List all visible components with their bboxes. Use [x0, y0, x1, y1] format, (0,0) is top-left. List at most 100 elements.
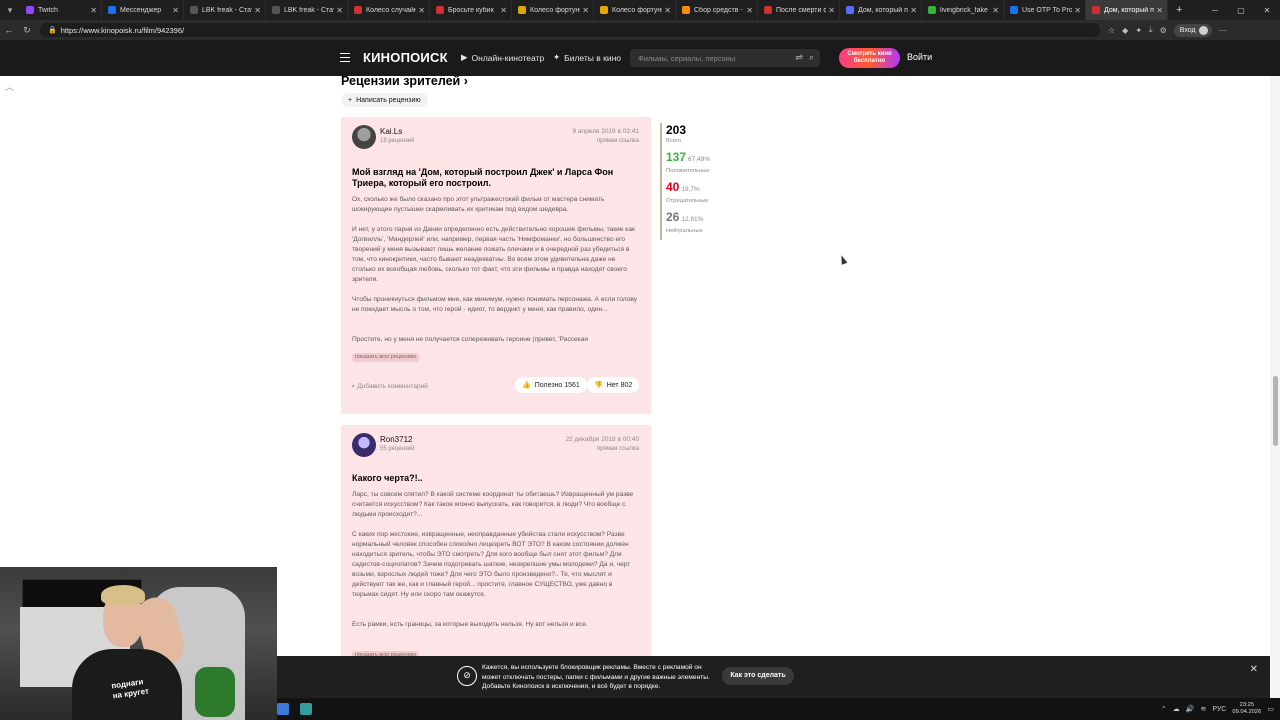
- settings-icon[interactable]: ⚙: [1160, 26, 1167, 35]
- stats-neutral-label: Нейтральные: [666, 228, 703, 234]
- tab-close-icon[interactable]: ✕: [582, 6, 589, 15]
- add-comment-button[interactable]: ▪ Добавить комментарий: [352, 383, 428, 390]
- scrollbar-thumb[interactable]: [1273, 376, 1278, 446]
- browser-tab[interactable]: Сбор средств - Вид✕: [676, 0, 758, 20]
- network-icon[interactable]: ☁: [1173, 705, 1180, 713]
- more-menu-icon[interactable]: ⋯: [1219, 26, 1227, 35]
- tab-close-icon[interactable]: ✕: [1156, 6, 1163, 15]
- reload-icon[interactable]: ↻: [18, 25, 36, 36]
- clock[interactable]: 23:25 09.04.2026: [1232, 702, 1261, 716]
- stats-negative[interactable]: 40 19,7%: [666, 180, 710, 197]
- review-title[interactable]: Какого черта?!..: [352, 473, 622, 484]
- volume-icon[interactable]: 🔊: [1186, 705, 1195, 713]
- stats-negative-pct: 19,7%: [681, 186, 700, 193]
- reviews-title-text: Рецензии зрителей: [341, 74, 461, 88]
- browser-tab[interactable]: Бросьте кубик ✕: [430, 0, 512, 20]
- useful-vote-button[interactable]: 👍 Полезно 1561: [515, 377, 587, 393]
- avatar[interactable]: [352, 433, 376, 457]
- browser-tab[interactable]: livingbrick_fake Stre✕: [922, 0, 1004, 20]
- browser-tab[interactable]: Мессенджер ✕: [102, 0, 184, 20]
- browser-tab[interactable]: После смерти фил✕: [758, 0, 840, 20]
- tab-close-icon[interactable]: ✕: [254, 6, 261, 15]
- url-field[interactable]: 🔒 https://www.kinopoisk.ru/film/942396/: [40, 23, 1100, 37]
- tab-close-icon[interactable]: ✕: [336, 6, 343, 15]
- not-useful-vote-button[interactable]: 👎 Нет 802: [587, 377, 640, 393]
- nav-tickets[interactable]: ✦ Билеты в кино: [553, 52, 621, 63]
- review-author[interactable]: Kai.Ls: [380, 127, 402, 136]
- language-indicator[interactable]: РУС: [1212, 706, 1226, 713]
- scroll-top-chevron-icon[interactable]: ︿: [5, 80, 14, 93]
- browser-tab[interactable]: Use OTP To Procee✕: [1004, 0, 1086, 20]
- browser-tab[interactable]: Дом, который пост✕: [1086, 0, 1168, 20]
- reviews-section-title[interactable]: Рецензии зрителей ›: [341, 74, 468, 88]
- star-icon[interactable]: ☆: [1108, 26, 1115, 35]
- stats-positive[interactable]: 137 67,49%: [666, 150, 710, 167]
- tab-close-icon[interactable]: ✕: [828, 6, 835, 15]
- maximize-icon[interactable]: ▢: [1228, 6, 1254, 15]
- tab-favicon-icon: [354, 6, 362, 14]
- tab-favicon-icon: [518, 6, 526, 14]
- page-scrollbar[interactable]: [1270, 76, 1280, 698]
- search-icon[interactable]: ⌕: [809, 52, 814, 63]
- download-icon[interactable]: ⤓: [1149, 25, 1153, 35]
- adblock-how-to-button[interactable]: Как это сделать: [722, 667, 794, 685]
- search-placeholder: Фильмы, сериалы, персоны: [638, 53, 736, 63]
- tab-close-icon[interactable]: ✕: [90, 6, 97, 15]
- watch-free-button[interactable]: Смотреть кино бесплатно: [839, 48, 900, 68]
- puzzle-icon[interactable]: ✦: [1135, 26, 1142, 35]
- hamburger-menu-icon[interactable]: [340, 53, 350, 62]
- review-paragraph: Ох, сколько же было сказано про этот уль…: [352, 196, 605, 213]
- browser-tab[interactable]: Колесо фортуны дл✕: [512, 0, 594, 20]
- tab-close-icon[interactable]: ✕: [910, 6, 917, 15]
- tab-title: Бросьте кубик: [448, 6, 494, 14]
- review-direct-link[interactable]: прямая ссылка: [597, 138, 639, 144]
- filter-icon[interactable]: ⇌: [795, 52, 803, 63]
- tab-close-icon[interactable]: ✕: [664, 6, 671, 15]
- comment-icon: ▪: [352, 383, 355, 390]
- review-paragraph: Есть рамки, есть границы, за которые вых…: [352, 621, 588, 628]
- tab-menu-icon[interactable]: ▾: [0, 0, 20, 20]
- notification-icon[interactable]: ▭: [1267, 705, 1274, 713]
- webcam-green-bag: [195, 667, 235, 717]
- tab-close-icon[interactable]: ✕: [172, 6, 179, 15]
- clock-date: 09.04.2026: [1232, 709, 1262, 715]
- show-full-review-button[interactable]: показать всю рецензию: [352, 353, 420, 362]
- new-tab-button[interactable]: +: [1168, 4, 1190, 16]
- review-author[interactable]: Ron3712: [380, 435, 412, 444]
- tab-close-icon[interactable]: ✕: [746, 6, 753, 15]
- tab-favicon-icon: [846, 6, 854, 14]
- extension-icon[interactable]: ◆: [1122, 26, 1128, 35]
- back-icon[interactable]: ←: [0, 25, 18, 35]
- review-direct-link[interactable]: прямая ссылка: [597, 446, 639, 452]
- taskbar-app-icon[interactable]: [277, 703, 289, 715]
- stats-neutral-pct: 12,81%: [681, 216, 704, 223]
- tray-chevron-icon[interactable]: ⌃: [1161, 705, 1167, 713]
- site-login-link[interactable]: Войти: [907, 52, 932, 62]
- browser-tab[interactable]: Колесо случайного✕: [348, 0, 430, 20]
- close-window-icon[interactable]: ✕: [1254, 6, 1280, 15]
- wifi-icon[interactable]: ≋: [1200, 705, 1206, 713]
- browser-tab[interactable]: LBK freak - Статистика✕: [266, 0, 348, 20]
- browser-tab[interactable]: Колесо фортуны дл✕: [594, 0, 676, 20]
- nav-online-cinema[interactable]: ▶ Онлайн-кинотеатр: [461, 52, 544, 63]
- tab-close-icon[interactable]: ✕: [418, 6, 425, 15]
- tab-title: livingbrick_fake Stre: [940, 6, 990, 14]
- tab-close-icon[interactable]: ✕: [992, 6, 999, 15]
- browser-tab[interactable]: Twitch ✕: [20, 0, 102, 20]
- avatar[interactable]: [352, 125, 376, 149]
- adblock-icon: ⊘: [457, 666, 477, 686]
- add-comment-label: Добавить комментарий: [357, 383, 428, 390]
- site-logo[interactable]: КИНОПОИСК: [363, 50, 448, 65]
- tab-close-icon[interactable]: ✕: [1074, 6, 1081, 15]
- site-search-input[interactable]: Фильмы, сериалы, персоны ⇌ ⌕: [630, 49, 820, 67]
- tab-close-icon[interactable]: ✕: [500, 6, 507, 15]
- browser-login-button[interactable]: Вход: [1173, 23, 1212, 37]
- write-review-button[interactable]: + Написать рецензию: [341, 93, 428, 107]
- review-title[interactable]: Мой взгляд на 'Дом, который построил Дже…: [352, 167, 622, 189]
- browser-tab[interactable]: LBK freak - Статистика✕: [184, 0, 266, 20]
- browser-tab[interactable]: Дом, который пост✕: [840, 0, 922, 20]
- stats-neutral[interactable]: 26 12,81%: [666, 210, 710, 227]
- taskbar-app-icon[interactable]: [300, 703, 312, 715]
- close-icon[interactable]: ✕: [1250, 664, 1258, 675]
- minimize-icon[interactable]: ─: [1202, 6, 1228, 15]
